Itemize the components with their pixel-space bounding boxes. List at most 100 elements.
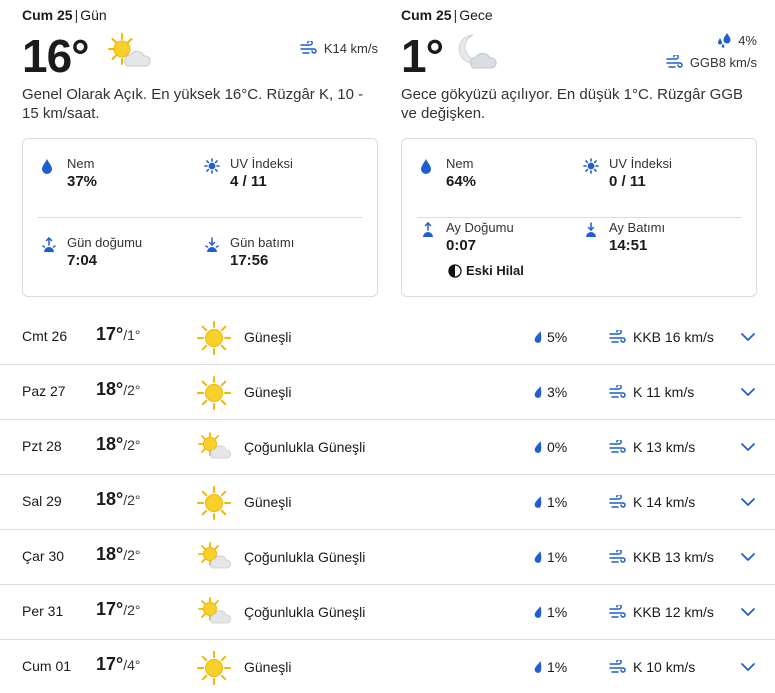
forecast-condition: Güneşli <box>244 329 292 345</box>
precipitation-icon <box>533 330 543 344</box>
precipitation-icon <box>533 550 543 564</box>
day-header: Cum 25 | Gün <box>22 7 107 23</box>
forecast-row[interactable]: Çar 30 18°/2° Çoğunlukla Güneşli 1% KKB 13 k… <box>0 530 775 585</box>
forecast-low: /2° <box>123 492 141 508</box>
wind-icon <box>609 605 627 619</box>
day-date: Cum 25 <box>22 7 73 23</box>
card-divider <box>417 217 741 218</box>
forecast-row[interactable]: Sal 29 18°/2° Güneşli 1% K 14 km/s <box>0 475 775 530</box>
day-uv-value: 4 / 11 <box>230 173 267 190</box>
night-header: Cum 25 | Gece <box>401 7 493 23</box>
uv-icon <box>204 158 220 174</box>
night-date: Cum 25 <box>401 7 452 23</box>
chevron-down-icon[interactable] <box>740 329 756 347</box>
night-description: Gece gökyüzü açılıyor. En düşük 1°C. Rüz… <box>401 86 743 122</box>
forecast-day: Sal 29 <box>22 493 62 509</box>
chevron-down-icon[interactable] <box>740 494 756 512</box>
forecast-day: Pzt 28 <box>22 438 62 454</box>
forecast-low: /1° <box>123 327 141 343</box>
forecast-row[interactable]: Paz 27 18°/2° Güneşli 3% K 11 km/s <box>0 365 775 420</box>
moon-phase: Eski Hilal <box>448 263 524 278</box>
forecast-wind: KKB 13 km/s <box>633 549 714 565</box>
forecast-precipitation: 3% <box>547 384 568 400</box>
forecast-row[interactable]: Cmt 26 17°/1° Güneşli 5% KKB 16 km/s <box>0 310 775 365</box>
precipitation-icon <box>533 495 543 509</box>
chevron-down-icon[interactable] <box>740 384 756 402</box>
forecast-high: 17° <box>96 324 124 344</box>
moonset-label: Ay Batımı <box>609 220 666 235</box>
moonrise-value: 0:07 <box>446 237 477 254</box>
day-description: Genel Olarak Açık. En yüksek 16°C. Rüzgâ… <box>22 86 364 122</box>
sunrise-icon <box>42 236 56 252</box>
day-period: Gün <box>80 7 107 23</box>
sun-icon <box>196 485 232 526</box>
forecast-high: 18° <box>96 489 124 509</box>
forecast-high: 18° <box>96 379 124 399</box>
chevron-down-icon[interactable] <box>740 549 756 567</box>
sunset-value: 17:56 <box>230 252 269 269</box>
forecast-day: Cum 01 <box>22 658 72 674</box>
forecast-condition: Güneşli <box>244 384 292 400</box>
wind-icon <box>609 385 627 399</box>
forecast-condition: Çoğunlukla Güneşli <box>244 439 366 455</box>
precipitation-icon <box>533 385 543 399</box>
day-wind: K14 km/s <box>323 40 378 56</box>
wind-icon <box>609 440 627 454</box>
day-humidity-label: Nem <box>67 156 95 171</box>
mostly-sunny-icon <box>196 430 232 471</box>
humidity-icon <box>421 159 431 174</box>
forecast-row[interactable]: Per 31 17°/2° Çoğunlukla Güneşli 1% KKB 12 k… <box>0 585 775 640</box>
forecast-precipitation: 1% <box>547 604 568 620</box>
sunset-label: Gün batımı <box>230 235 295 250</box>
forecast-condition: Çoğunlukla Güneşli <box>244 604 366 620</box>
moon-phase-icon <box>448 263 462 278</box>
chevron-down-icon[interactable] <box>740 439 756 457</box>
chevron-down-icon[interactable] <box>740 659 756 677</box>
forecast-low: /2° <box>123 382 141 398</box>
mostly-sunny-icon <box>196 595 232 636</box>
forecast-precipitation: 0% <box>547 439 568 455</box>
sun-icon <box>196 320 232 361</box>
card-divider <box>38 217 362 218</box>
forecast-condition: Güneşli <box>244 659 292 675</box>
forecast-wind: K 10 km/s <box>633 659 696 675</box>
sunrise-label: Gün doğumu <box>67 235 143 250</box>
forecast-wind: KKB 16 km/s <box>633 329 714 345</box>
mostly-sunny-icon <box>196 540 232 581</box>
daily-forecast-list: Cmt 26 17°/1° Güneşli 5% KKB 16 km/s Paz 27 18… <box>0 310 775 693</box>
wind-icon <box>300 41 318 55</box>
forecast-row[interactable]: Cum 01 17°/4° Güneşli 1% K 10 km/s <box>0 640 775 693</box>
day-humidity-value: 37% <box>67 173 98 190</box>
night-panel: Cum 25 | Gece 1° 4% GGB8 km/s Gece gökyüzü… <box>401 0 757 297</box>
forecast-low: /4° <box>123 657 141 673</box>
chevron-down-icon[interactable] <box>740 604 756 622</box>
night-uv-label: UV İndeksi <box>609 156 672 171</box>
forecast-day: Paz 27 <box>22 383 66 399</box>
wind-icon <box>609 660 627 674</box>
forecast-wind: KKB 12 km/s <box>633 604 714 620</box>
precipitation-icon <box>533 605 543 619</box>
sunset-icon <box>205 237 219 252</box>
night-wind: GGB8 km/s <box>689 54 757 70</box>
moon-cloud-icon <box>453 31 503 80</box>
night-temperature: 1° <box>401 30 444 82</box>
sun-cloud-icon <box>106 31 152 80</box>
forecast-row[interactable]: Pzt 28 18°/2° Çoğunlukla Güneşli 0% K 13 km/… <box>0 420 775 475</box>
forecast-precipitation: 1% <box>547 659 568 675</box>
forecast-precipitation: 1% <box>547 549 568 565</box>
forecast-low: /2° <box>123 437 141 453</box>
night-details-card: Nem 64% UV İndeksi 0 / 11 Ay Doğumu 0:07 Ay… <box>401 138 757 297</box>
sun-icon <box>196 375 232 416</box>
night-period: Gece <box>459 7 493 23</box>
night-precipitation: 4% <box>738 32 757 48</box>
moonrise-label: Ay Doğumu <box>446 220 514 235</box>
moonset-value: 14:51 <box>609 237 648 254</box>
wind-icon <box>609 550 627 564</box>
forecast-high: 18° <box>96 434 124 454</box>
night-humidity-label: Nem <box>446 156 474 171</box>
forecast-day: Cmt 26 <box>22 328 68 344</box>
forecast-day: Çar 30 <box>22 548 65 564</box>
forecast-high: 17° <box>96 654 124 674</box>
moonrise-icon <box>423 221 433 237</box>
wind-icon <box>609 495 627 509</box>
